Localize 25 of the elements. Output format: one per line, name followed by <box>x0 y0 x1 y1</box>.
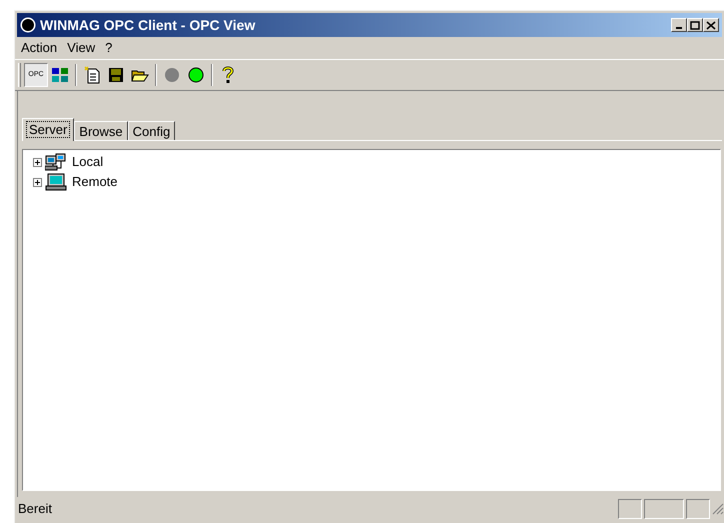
minimize-button[interactable] <box>671 18 687 32</box>
computer-icon <box>45 173 67 191</box>
status-pane <box>618 499 642 519</box>
tab[interactable]: Config <box>128 121 176 141</box>
resize-grip-icon <box>712 503 724 515</box>
maximize-icon <box>690 20 700 30</box>
app-logo-icon <box>20 17 36 33</box>
tree-item[interactable]: Remote <box>72 172 118 192</box>
window-title: WINMAG OPC Client - OPC View <box>40 16 256 34</box>
close-button[interactable] <box>703 18 719 32</box>
tree-item[interactable]: Local <box>72 152 104 172</box>
network-computer-icon <box>45 153 67 171</box>
status-pane <box>644 499 684 519</box>
expand-toggle[interactable] <box>33 178 42 186</box>
tab[interactable]: Server <box>22 118 74 141</box>
status-pane <box>686 499 710 519</box>
menu-item[interactable]: Action <box>19 38 60 58</box>
maximize-button[interactable] <box>687 18 703 32</box>
menu-item[interactable]: View <box>65 38 98 58</box>
close-icon <box>706 20 716 30</box>
tab[interactable]: Browse <box>74 121 128 141</box>
expand-toggle[interactable] <box>33 158 42 166</box>
minimize-icon <box>676 27 682 29</box>
status-text: Bereit <box>18 500 53 518</box>
menu-item[interactable]: ? <box>103 38 114 58</box>
